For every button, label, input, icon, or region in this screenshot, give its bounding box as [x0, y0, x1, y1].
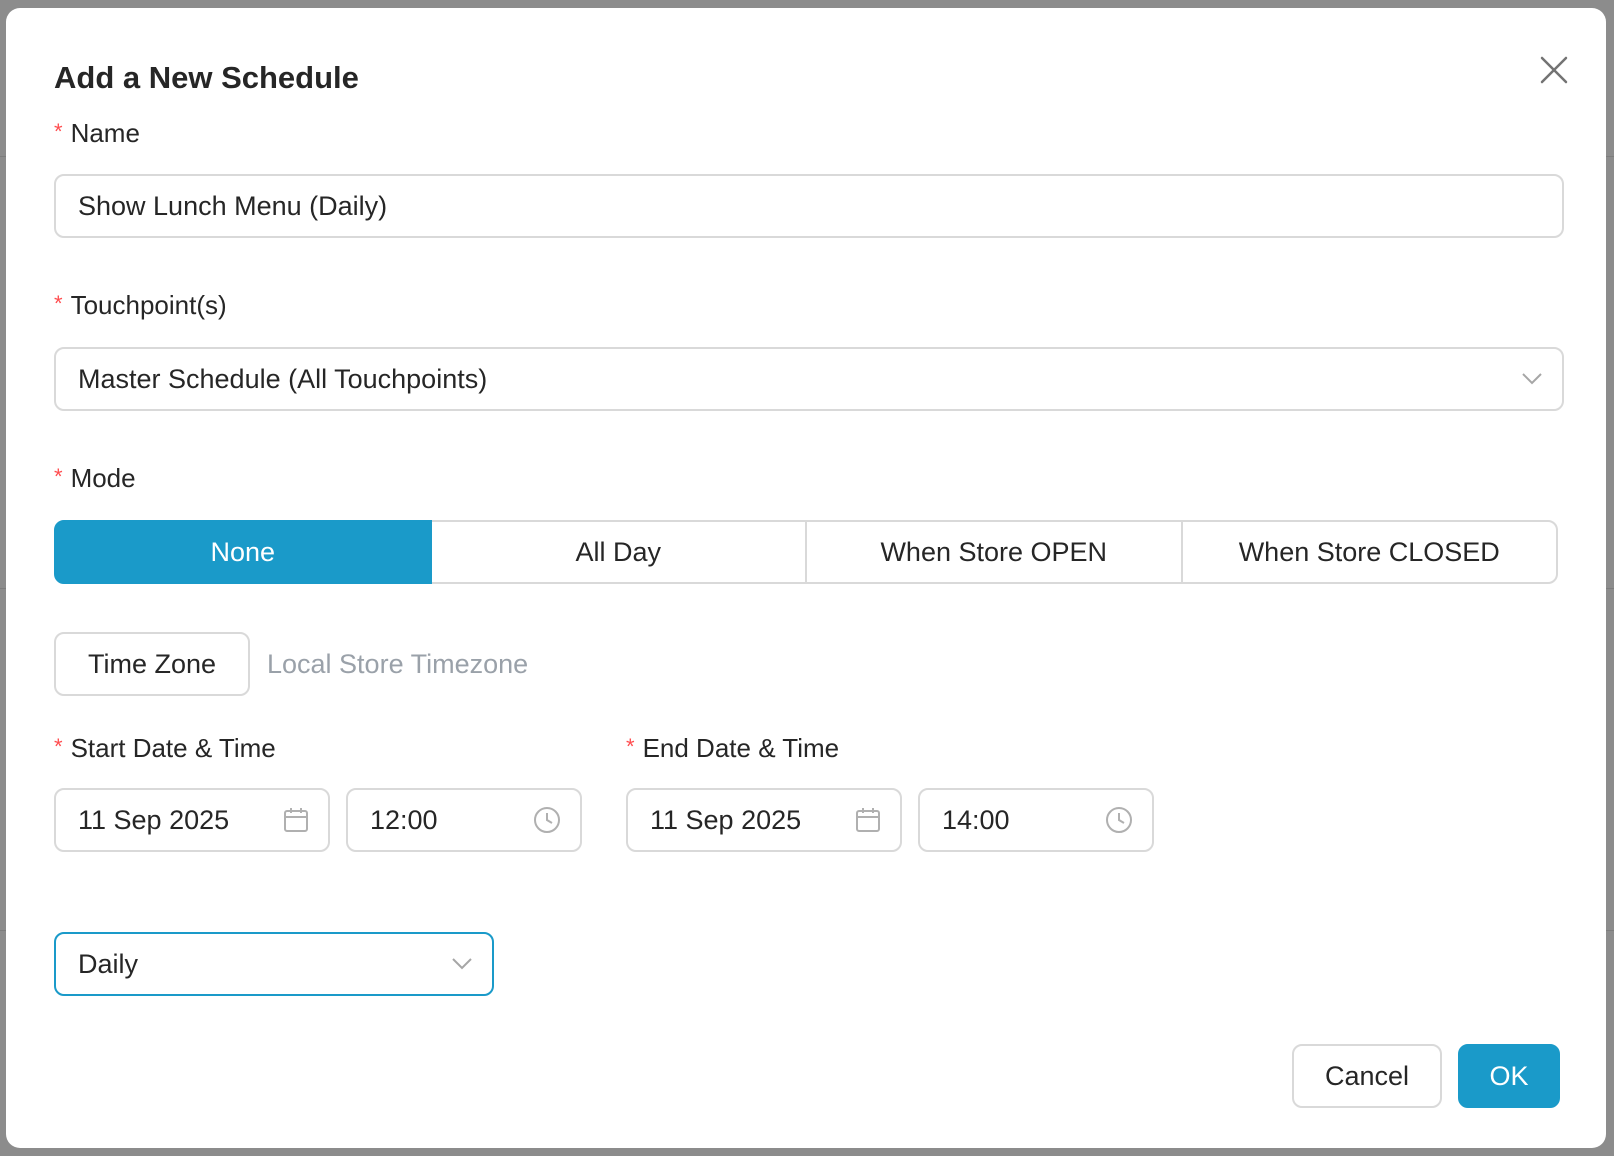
required-mark: *: [54, 464, 63, 489]
name-input[interactable]: Show Lunch Menu (Daily): [54, 174, 1564, 238]
name-label-text: Name: [70, 118, 140, 148]
mode-segmented-control: None All Day When Store OPEN When Store …: [54, 520, 1558, 584]
mode-option-none[interactable]: None: [54, 520, 432, 584]
mode-option-all-day[interactable]: All Day: [429, 520, 807, 584]
ok-button[interactable]: OK: [1458, 1044, 1560, 1108]
mode-option-store-closed[interactable]: When Store CLOSED: [1180, 520, 1558, 584]
touchpoints-select[interactable]: Master Schedule (All Touchpoints): [54, 347, 1564, 411]
mode-option-store-open[interactable]: When Store OPEN: [805, 520, 1183, 584]
start-datetime-label: * Start Date & Time: [54, 733, 276, 764]
clock-icon: [1104, 805, 1134, 835]
start-time-picker[interactable]: 12:00: [346, 788, 582, 852]
start-label-text: Start Date & Time: [70, 733, 276, 763]
required-mark: *: [54, 734, 63, 759]
required-mark: *: [54, 119, 63, 144]
mode-label-text: Mode: [70, 463, 136, 493]
end-date-picker[interactable]: 11 Sep 2025: [626, 788, 902, 852]
recurrence-select-value: Daily: [78, 948, 139, 979]
touchpoints-select-value: Master Schedule (All Touchpoints): [78, 363, 488, 394]
chevron-down-icon: [450, 956, 474, 972]
start-time-value: 12:00: [370, 804, 438, 835]
close-icon[interactable]: [1536, 52, 1572, 88]
end-label-text: End Date & Time: [642, 733, 840, 763]
end-time-picker[interactable]: 14:00: [918, 788, 1154, 852]
name-label: * Name: [54, 118, 140, 149]
time-zone-button[interactable]: Time Zone: [54, 632, 250, 696]
end-date-value: 11 Sep 2025: [650, 804, 802, 835]
start-date-picker[interactable]: 11 Sep 2025: [54, 788, 330, 852]
start-date-value: 11 Sep 2025: [78, 804, 230, 835]
touchpoints-label-text: Touchpoint(s): [70, 290, 227, 320]
cancel-button[interactable]: Cancel: [1292, 1044, 1442, 1108]
required-mark: *: [626, 734, 635, 759]
required-mark: *: [54, 291, 63, 316]
touchpoints-label: * Touchpoint(s): [54, 290, 227, 321]
add-schedule-dialog: Add a New Schedule * Name Show Lunch Menu…: [6, 8, 1606, 1148]
calendar-icon: [854, 806, 882, 834]
calendar-icon: [282, 806, 310, 834]
recurrence-select[interactable]: Daily: [54, 932, 494, 996]
time-zone-value: Local Store Timezone: [267, 649, 529, 679]
end-datetime-label: * End Date & Time: [626, 733, 839, 764]
end-time-value: 14:00: [942, 804, 1010, 835]
clock-icon: [532, 805, 562, 835]
chevron-down-icon: [1520, 371, 1544, 387]
dialog-title: Add a New Schedule: [54, 60, 359, 95]
name-input-value: Show Lunch Menu (Daily): [78, 190, 388, 221]
mode-label: * Mode: [54, 463, 136, 494]
